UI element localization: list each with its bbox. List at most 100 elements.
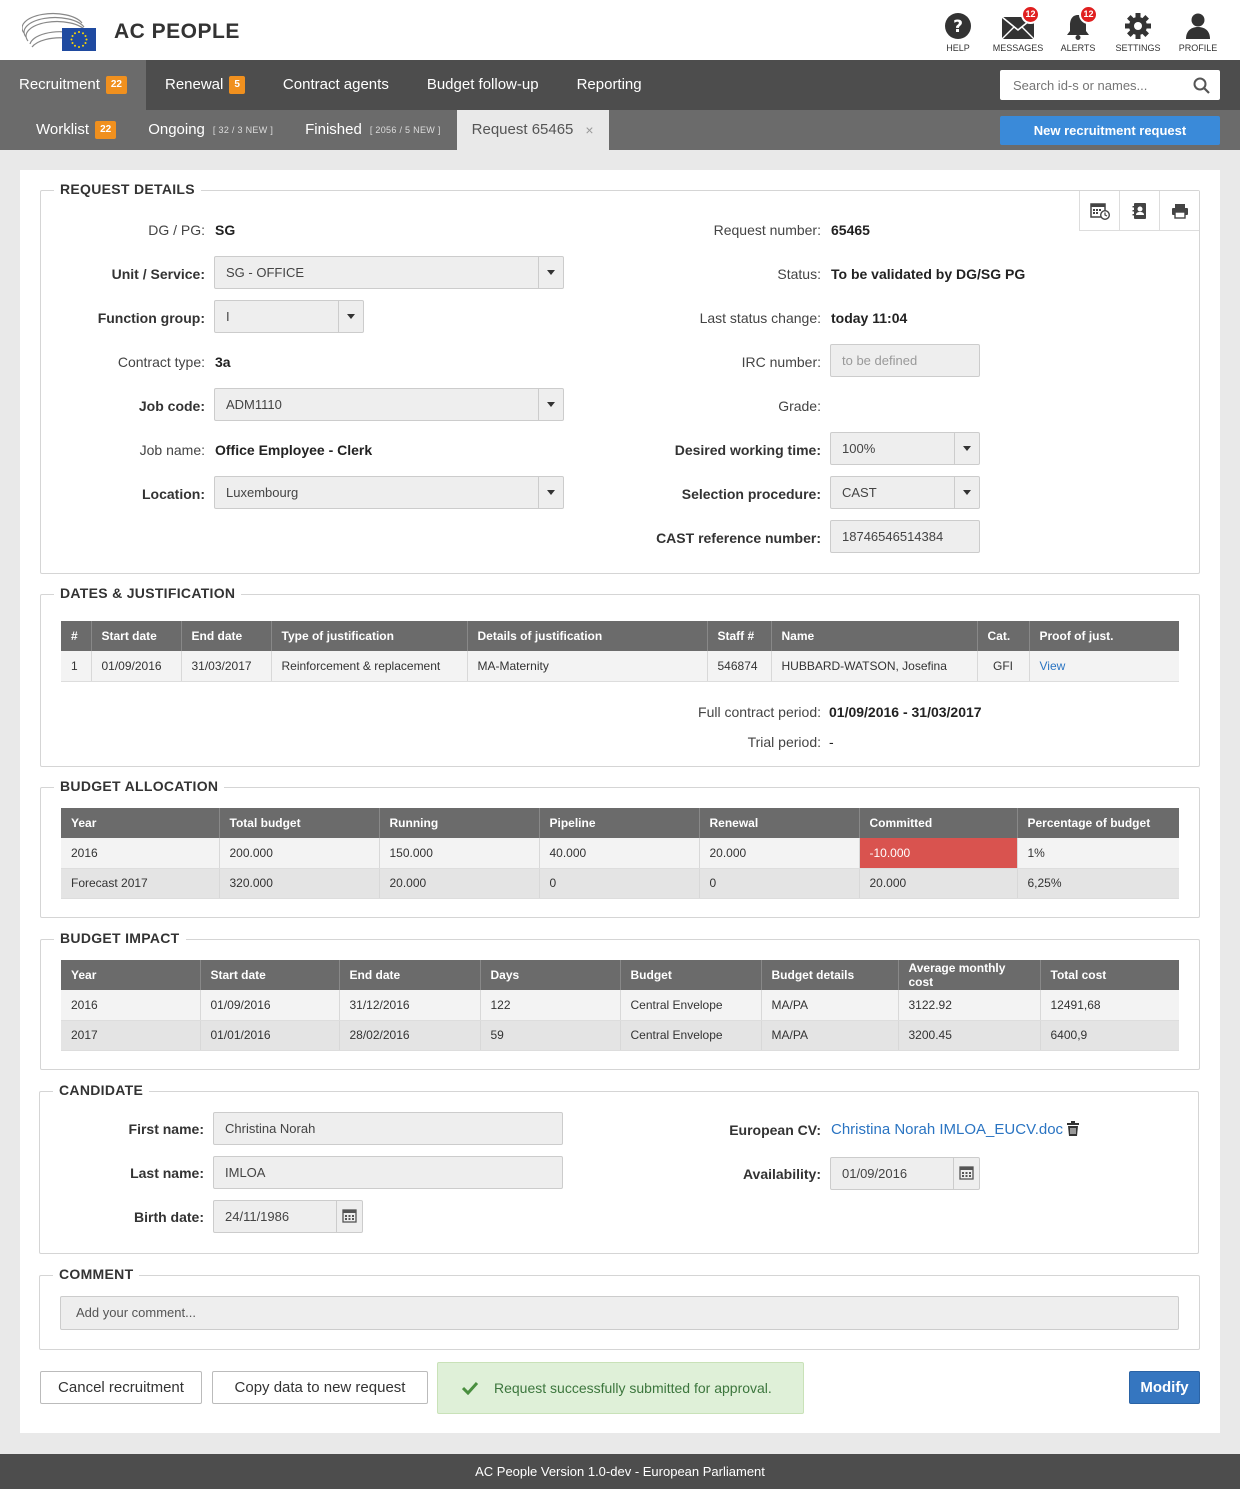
column-header: Budget details [760, 960, 898, 990]
availability-input[interactable]: 01/09/2016 [830, 1157, 980, 1190]
settings-label: SETTINGS [1115, 43, 1161, 53]
calendar-icon [342, 1209, 357, 1223]
tab-request[interactable]: Request 65465 × [456, 110, 609, 150]
column-header: # [61, 621, 91, 651]
job-code-value: ADM1110 [226, 397, 282, 412]
table-header-row: Year Start date End date Days Budget Bud… [61, 960, 1179, 990]
budget-impact-section: BUDGET IMPACT Year Start date End date D… [40, 930, 1200, 1070]
table-header-row: Year Total budget Running Pipeline Renew… [61, 808, 1179, 838]
dates-justification-section: DATES & JUSTIFICATION # Start date End d… [40, 585, 1200, 767]
irc-number-input[interactable]: to be defined [830, 344, 980, 377]
contract-type-value: 3a [215, 354, 231, 370]
status-value: To be validated by DG/SG PG [831, 266, 1026, 282]
calendar-history-button[interactable] [1079, 191, 1119, 231]
settings-button[interactable]: SETTINGS [1108, 8, 1168, 56]
status-label: Status: [777, 266, 821, 282]
help-label: HELP [946, 43, 970, 53]
availability-date-picker[interactable] [953, 1158, 979, 1189]
view-proof-link[interactable]: View [1040, 659, 1066, 673]
chevron-down-icon [338, 301, 363, 332]
selection-procedure-select[interactable]: CAST [830, 476, 980, 509]
finished-count: [ 2056 / 5 NEW ] [369, 125, 441, 135]
search-box [1000, 70, 1220, 100]
sub-nav: Worklist 22 Ongoing [ 32 / 3 NEW ] Finishe… [0, 110, 1240, 150]
table-cell: 20.000 [858, 868, 1017, 899]
location-select[interactable]: Luxembourg [214, 476, 564, 509]
search-input[interactable] [1000, 70, 1190, 100]
unit-label: Unit / Service: [111, 266, 205, 282]
table-row: 2016 01/09/2016 31/12/2016 122 Central E… [61, 990, 1179, 1021]
working-time-label: Desired working time: [674, 442, 821, 458]
table-cell: 2016 [61, 990, 200, 1021]
table-cell: 59 [479, 1020, 620, 1051]
checkmark-icon [462, 1381, 478, 1395]
function-group-select[interactable]: I [214, 300, 364, 333]
request-toolbar [1079, 191, 1199, 231]
nav-item-budget-follow-up[interactable]: Budget follow-up [408, 60, 558, 110]
print-button[interactable] [1159, 191, 1199, 231]
table-cell: MA/PA [760, 990, 898, 1021]
close-icon[interactable]: × [585, 110, 593, 150]
app-title: AC PEOPLE [114, 20, 240, 43]
last-name-input[interactable]: IMLOA [213, 1156, 563, 1189]
birth-date-picker[interactable] [336, 1201, 362, 1232]
european-cv-label: European CV: [729, 1122, 821, 1138]
table-cell: 12491,68 [1039, 990, 1179, 1021]
nav-item-recruitment[interactable]: Recruitment 22 [0, 60, 146, 110]
contacts-button[interactable] [1119, 191, 1159, 231]
job-code-select[interactable]: ADM1110 [214, 388, 564, 421]
profile-button[interactable]: PROFILE [1168, 8, 1228, 56]
column-header: Proof of just. [1028, 621, 1179, 651]
modify-button[interactable]: Modify [1129, 1371, 1200, 1404]
success-text: Request successfully submitted for appro… [494, 1380, 772, 1396]
unit-select[interactable]: SG - OFFICE [214, 256, 564, 289]
trash-icon[interactable] [1066, 1121, 1080, 1137]
first-name-label: First name: [128, 1121, 204, 1137]
first-name-input[interactable]: Christina Norah [213, 1112, 563, 1145]
column-header: Total budget [218, 808, 379, 838]
alerts-button[interactable]: 12 ALERTS [1048, 5, 1108, 56]
availability-label: Availability: [742, 1166, 821, 1182]
printer-icon [1171, 203, 1188, 219]
new-recruitment-request-button[interactable]: New recruitment request [1000, 116, 1220, 145]
budget-allocation-section: BUDGET ALLOCATION Year Total budget Runn… [40, 778, 1200, 918]
help-icon: ? [945, 13, 971, 39]
european-parliament-logo[interactable] [22, 11, 96, 51]
tab-ongoing[interactable]: Ongoing [ 32 / 3 NEW ] [132, 110, 289, 150]
recruitment-badge: 22 [105, 76, 127, 94]
column-header: Start date [90, 621, 181, 651]
column-header: Year [61, 960, 200, 990]
cast-reference-input[interactable]: 18746546514384 [830, 520, 980, 553]
help-button[interactable]: ? HELP [928, 8, 988, 56]
messages-badge: 12 [1021, 5, 1040, 24]
request-details-title: REQUEST DETAILS [54, 181, 201, 197]
table-cell: 20.000 [378, 868, 539, 899]
table-cell: Central Envelope [619, 990, 761, 1021]
gear-icon [1125, 13, 1151, 39]
selection-procedure-value: CAST [842, 485, 877, 500]
column-header: Committed [858, 808, 1017, 838]
dates-justification-title: DATES & JUSTIFICATION [54, 585, 242, 601]
nav-recruitment-label: Recruitment [19, 76, 100, 93]
table-cell: 1 [61, 651, 91, 682]
search-icon[interactable] [1193, 77, 1210, 94]
tab-finished[interactable]: Finished [ 2056 / 5 NEW ] [289, 110, 457, 150]
nav-reporting-label: Reporting [576, 76, 642, 93]
messages-button[interactable]: 12 MESSAGES [988, 5, 1048, 56]
working-time-select[interactable]: 100% [830, 432, 980, 465]
full-contract-period-value: 01/09/2016 - 31/03/2017 [829, 704, 982, 720]
renewal-badge: 5 [229, 76, 245, 94]
nav-item-contract-agents[interactable]: Contract agents [264, 60, 408, 110]
comment-textarea[interactable]: Add your comment... [60, 1296, 1179, 1330]
nav-item-renewal[interactable]: Renewal 5 [146, 60, 264, 110]
column-header: Pipeline [538, 808, 699, 838]
birth-date-input[interactable]: 24/11/1986 [213, 1200, 363, 1233]
tab-worklist[interactable]: Worklist 22 [0, 110, 132, 150]
justification-table: # Start date End date Type of justificat… [61, 621, 1179, 682]
nav-item-reporting[interactable]: Reporting [558, 60, 661, 110]
copy-data-button[interactable]: Copy data to new request [212, 1371, 428, 1404]
budget-impact-table: Year Start date End date Days Budget Bud… [61, 960, 1179, 1051]
worklist-badge: 22 [95, 121, 117, 139]
cancel-recruitment-button[interactable]: Cancel recruitment [40, 1371, 202, 1404]
european-cv-link[interactable]: Christina Norah IMLOA_EUCV.doc [831, 1121, 1063, 1138]
